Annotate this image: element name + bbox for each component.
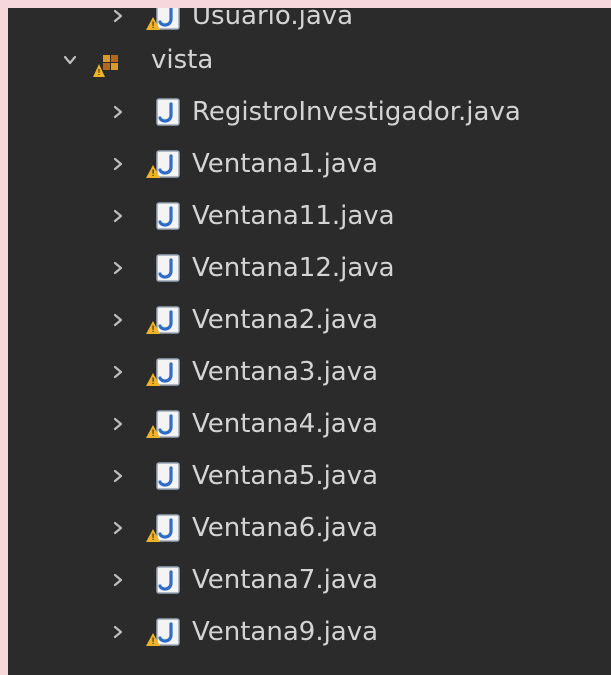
tree-item-label: Ventana3.java <box>192 357 379 387</box>
tree-item-label: Ventana11.java <box>192 201 395 231</box>
tree-item-0[interactable]: RegistroInvestigador.java <box>8 86 611 138</box>
java-file-icon: ! <box>143 303 183 337</box>
java-file-icon <box>143 95 183 129</box>
svg-text:!: ! <box>151 533 155 543</box>
chevron-right-icon[interactable] <box>111 261 125 275</box>
tree-item-1[interactable]: ! Ventana1.java <box>8 138 611 190</box>
tree-item-2[interactable]: Ventana11.java <box>8 190 611 242</box>
java-file-icon <box>143 199 183 233</box>
project-explorer-panel: ! Usuario.java ! vista RegistroInvestiga… <box>8 8 611 675</box>
chevron-right-icon[interactable] <box>111 417 125 431</box>
tree-item-10[interactable]: ! Ventana9.java <box>8 606 611 658</box>
chevron-right-icon[interactable] <box>111 365 125 379</box>
chevron-right-icon[interactable] <box>111 469 125 483</box>
java-file-icon <box>143 563 183 597</box>
tree-item-label: Ventana2.java <box>192 305 379 335</box>
tree-item-4[interactable]: ! Ventana2.java <box>8 294 611 346</box>
svg-text:!: ! <box>97 68 100 77</box>
tree-item-5[interactable]: ! Ventana3.java <box>8 346 611 398</box>
tree-item-label: Ventana9.java <box>192 617 379 647</box>
tree-item-label: Ventana1.java <box>192 149 379 179</box>
svg-text:!: ! <box>151 169 155 179</box>
tree-item-label: RegistroInvestigador.java <box>192 97 521 127</box>
package-warning-icon: ! <box>93 46 127 77</box>
tree-item-label: Ventana5.java <box>192 461 379 491</box>
chevron-down-icon[interactable] <box>63 53 77 67</box>
tree-item-label: Ventana4.java <box>192 409 379 439</box>
java-file-icon: ! <box>143 147 183 181</box>
tree-item-label: Ventana12.java <box>192 253 395 283</box>
java-file-icon <box>143 459 183 493</box>
svg-text:!: ! <box>151 377 155 387</box>
svg-text:!: ! <box>151 325 155 335</box>
chevron-right-icon[interactable] <box>111 209 125 223</box>
tree-item-label: Ventana7.java <box>192 565 379 595</box>
chevron-right-icon[interactable] <box>111 313 125 327</box>
tree-item-3[interactable]: Ventana12.java <box>8 242 611 294</box>
chevron-right-icon[interactable] <box>111 625 125 639</box>
tree-item-7[interactable]: Ventana5.java <box>8 450 611 502</box>
chevron-right-icon[interactable] <box>111 521 125 535</box>
tree-item-8[interactable]: ! Ventana6.java <box>8 502 611 554</box>
java-file-icon: ! <box>143 511 183 545</box>
partially-visible-row <box>8 658 611 675</box>
java-file-icon: ! <box>143 8 183 33</box>
svg-text:!: ! <box>151 21 155 31</box>
java-file-icon: ! <box>143 355 183 389</box>
java-file-icon <box>143 251 183 285</box>
chevron-right-icon[interactable] <box>111 157 125 171</box>
java-file-icon: ! <box>143 407 183 441</box>
tree-item-label: Ventana6.java <box>192 513 379 543</box>
svg-text:!: ! <box>151 637 155 647</box>
tree-folder-label: vista <box>151 45 214 75</box>
chevron-right-icon[interactable] <box>111 105 125 119</box>
tree-item-9[interactable]: Ventana7.java <box>8 554 611 606</box>
tree-folder-vista[interactable]: ! vista <box>8 34 611 86</box>
java-file-icon: ! <box>143 615 183 649</box>
svg-text:!: ! <box>151 429 155 439</box>
chevron-right-icon[interactable] <box>111 9 125 23</box>
chevron-right-icon[interactable] <box>111 573 125 587</box>
tree-item-6[interactable]: ! Ventana4.java <box>8 398 611 450</box>
